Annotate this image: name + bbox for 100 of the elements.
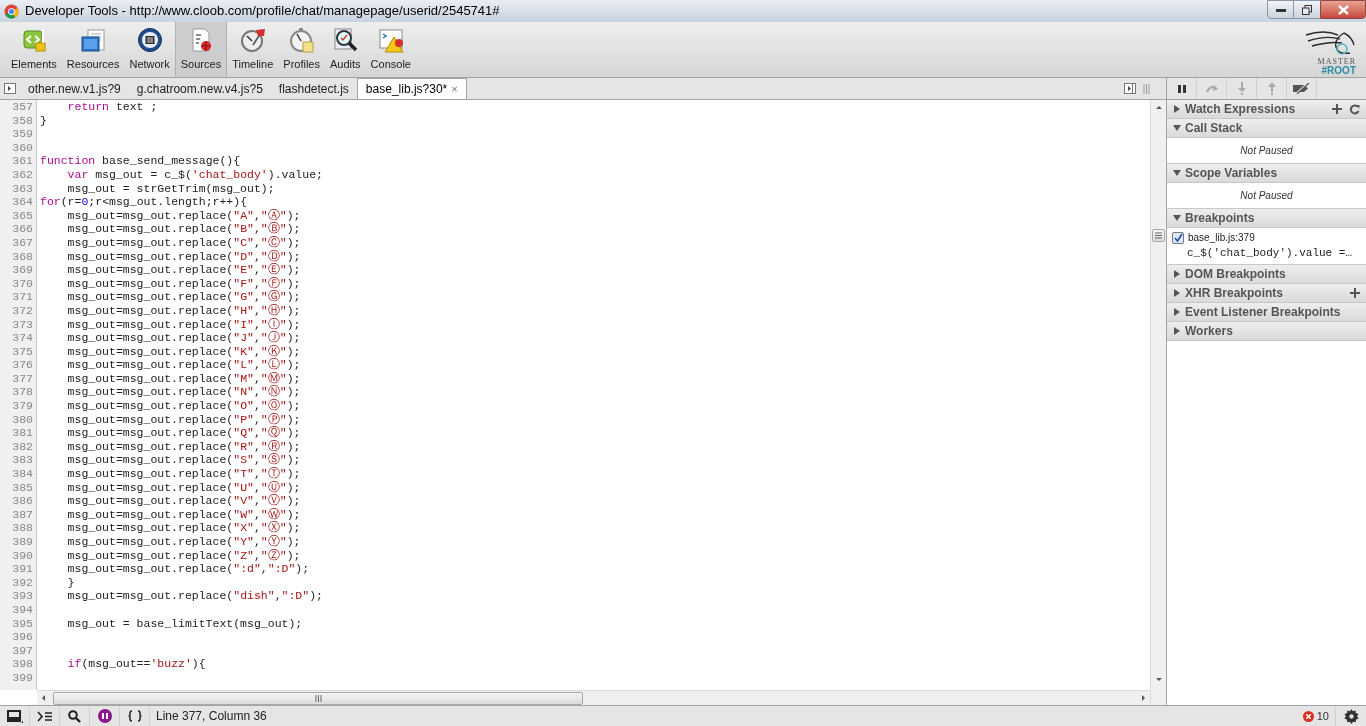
section-header[interactable]: Watch Expressions xyxy=(1167,100,1366,119)
window-stack-icon xyxy=(80,26,107,53)
line-number: 365 xyxy=(11,208,34,223)
code-line: for(r=0;r<msg_out.length;r++){ xyxy=(39,195,248,209)
scrollbar-thumb[interactable] xyxy=(1152,229,1165,242)
resize-grip-icon[interactable] xyxy=(1143,83,1150,94)
restore-icon xyxy=(1302,4,1312,15)
close-button[interactable] xyxy=(1320,0,1366,19)
code-line: msg_out=msg_out.replace("F","Ⓕ"); xyxy=(66,276,301,290)
cursor-position: Line 377, Column 36 xyxy=(156,708,267,725)
code-line: msg_out=msg_out.replace("Z","Ⓩ"); xyxy=(66,548,301,563)
code-line: msg_out=msg_out.replace("M","Ⓜ"); xyxy=(66,371,301,385)
code-line: msg_out=msg_out.replace("L","Ⓛ"); xyxy=(66,358,301,372)
code-line: if(msg_out=='buzz'){ xyxy=(66,657,206,671)
curly-braces-icon xyxy=(126,710,143,722)
code-line: msg_out=msg_out.replace("O","Ⓞ"); xyxy=(66,399,301,413)
line-number: 392 xyxy=(11,575,34,590)
code-brackets-icon xyxy=(20,26,47,53)
line-number: 398 xyxy=(11,657,34,671)
panel-tab[interactable]: Sources xyxy=(174,22,228,77)
close-tab-icon[interactable]: × xyxy=(451,80,458,98)
sidebar-toggle-icon xyxy=(4,83,16,94)
refresh-icon[interactable] xyxy=(1349,103,1360,115)
restore-button[interactable] xyxy=(1294,0,1320,19)
line-number: 363 xyxy=(11,181,34,196)
code-line: msg_out=msg_out.replace("N","Ⓝ"); xyxy=(66,385,301,399)
code-line: msg_out=msg_out.replace("W","Ⓦ"); xyxy=(66,507,301,521)
panel-tab[interactable]: Audits xyxy=(325,22,366,77)
code-line: function base_send_message(){ xyxy=(39,154,241,168)
line-number: 370 xyxy=(11,276,34,291)
expand-triangle-icon xyxy=(1173,307,1182,316)
line-number: 387 xyxy=(11,507,34,522)
logo-text: #ROOT xyxy=(1321,66,1356,76)
code-line: msg_out=msg_out.replace("H","Ⓗ"); xyxy=(66,303,301,318)
code-line: msg_out=msg_out.replace("E","Ⓔ"); xyxy=(66,263,301,277)
line-number: 375 xyxy=(11,344,34,359)
panel-tab[interactable]: Timeline xyxy=(227,22,279,77)
search-icon xyxy=(68,709,81,723)
magnifier-icon xyxy=(332,26,359,53)
status-message: Not Paused xyxy=(1240,144,1293,158)
error-icon xyxy=(1302,710,1314,722)
panel-tab[interactable]: Profiles xyxy=(278,22,325,77)
code-line: msg_out=msg_out.replace("P","Ⓟ"); xyxy=(66,412,301,426)
expand-triangle-icon xyxy=(1173,288,1182,297)
file-tab[interactable]: base_lib.js?30* × xyxy=(356,78,467,99)
scrollbar-thumb[interactable] xyxy=(53,691,583,705)
horizontal-scrollbar[interactable] xyxy=(37,690,1150,705)
code-line: msg_out=msg_out.replace("T","Ⓣ"); xyxy=(66,467,301,481)
line-number: 386 xyxy=(11,494,34,508)
line-number: 385 xyxy=(11,480,34,495)
code-line: msg_out=msg_out.replace("D","Ⓓ"); xyxy=(66,249,301,263)
panel-tab[interactable]: Resources xyxy=(61,22,125,77)
pause-icon xyxy=(1177,84,1186,93)
code-line: msg_out = strGetTrim(msg_out); xyxy=(66,181,275,196)
panel-tab[interactable]: Elements xyxy=(6,22,62,77)
section-header[interactable]: Scope Variables xyxy=(1167,164,1366,183)
line-number: 361 xyxy=(11,154,34,168)
vertical-scrollbar[interactable] xyxy=(1150,100,1166,705)
line-number: 376 xyxy=(11,358,34,372)
code-line: var msg_out = c_$('chat_body').value; xyxy=(66,167,323,182)
panel-tab[interactable]: Console xyxy=(365,22,416,77)
add-icon[interactable] xyxy=(1332,104,1342,114)
file-tab[interactable]: flashdetect.js xyxy=(270,78,357,99)
breakpoint-snippet: c_$('chat_body').value =… xyxy=(1186,246,1354,261)
line-number: 374 xyxy=(11,331,34,345)
line-number: 362 xyxy=(11,167,34,182)
close-icon xyxy=(1337,4,1349,15)
code-line: msg_out=msg_out.replace("S","Ⓢ"); xyxy=(66,453,301,467)
line-number: 379 xyxy=(11,399,34,413)
file-tab[interactable]: other.new.v1.js?9 xyxy=(20,78,129,99)
step-over-icon xyxy=(1204,84,1219,93)
line-number: 393 xyxy=(11,589,34,603)
code-line: msg_out=msg_out.replace("C","Ⓒ"); xyxy=(66,235,301,250)
code-line: msg_out=msg_out.replace(":d",":D"); xyxy=(66,562,310,576)
breakpoint-checkbox[interactable] xyxy=(1172,231,1184,244)
section-header[interactable]: Call Stack xyxy=(1167,119,1366,138)
error-count[interactable]: 10 xyxy=(1316,707,1329,725)
file-tab[interactable]: g.chatroom.new.v4.js?5 xyxy=(128,78,271,99)
code-line: msg_out=msg_out.replace("A","Ⓐ"); xyxy=(66,208,301,222)
breakpoint-location[interactable]: base_lib.js:379 xyxy=(1188,230,1255,245)
line-number: 371 xyxy=(11,290,34,304)
line-number: 358 xyxy=(11,113,34,128)
line-number: 360 xyxy=(11,140,34,155)
add-icon[interactable] xyxy=(1350,287,1360,298)
dragon-logo-icon xyxy=(1304,29,1356,57)
line-number: 394 xyxy=(11,602,34,617)
panel-tab[interactable]: Network xyxy=(124,22,175,77)
stopwatch-icon xyxy=(288,26,315,53)
dock-window-icon xyxy=(6,709,23,723)
section-header[interactable]: Breakpoints xyxy=(1167,209,1366,228)
line-number: 366 xyxy=(11,222,34,236)
line-number: 391 xyxy=(11,562,34,576)
step-into-icon xyxy=(1237,82,1246,95)
line-number: 364 xyxy=(11,195,34,209)
minimize-button[interactable] xyxy=(1267,0,1294,19)
code-line: msg_out=msg_out.replace("U","Ⓤ"); xyxy=(66,480,301,494)
code-line: msg_out=msg_out.replace("R","Ⓡ"); xyxy=(66,439,301,453)
console-warning-icon xyxy=(377,26,404,53)
debugger-toggle-button[interactable] xyxy=(1123,81,1137,96)
code-line: msg_out=msg_out.replace("dish",":D"); xyxy=(66,589,323,603)
